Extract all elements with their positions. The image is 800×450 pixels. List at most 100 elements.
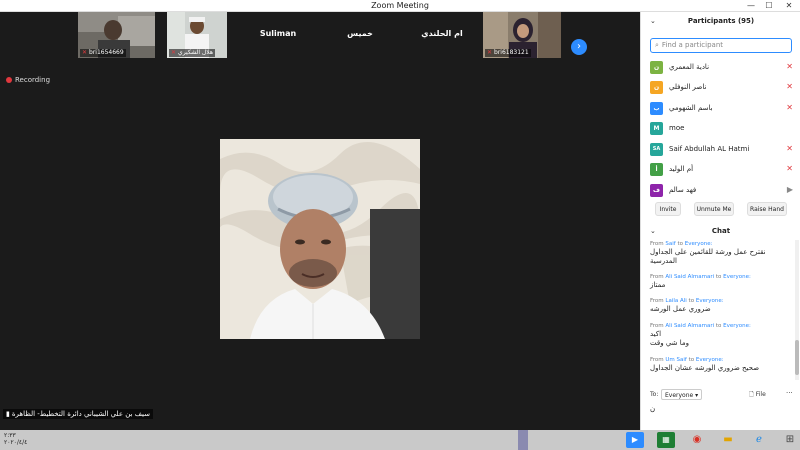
chat-message-header: From Ali Said Almamari to Everyone: bbox=[650, 323, 751, 329]
recording-dot-icon bbox=[6, 77, 12, 83]
chat-message-text: صحيح ضروري الورشه عشان الجداول bbox=[650, 364, 760, 372]
minimize-button[interactable]: — bbox=[744, 0, 758, 12]
scrollbar-thumb[interactable] bbox=[795, 340, 799, 375]
excel-app-icon[interactable]: ▦ bbox=[657, 432, 675, 448]
participants-title: Participants (95) bbox=[687, 17, 755, 25]
avatar: ن bbox=[650, 81, 663, 94]
thumbnail-name: خميس bbox=[347, 29, 373, 38]
thumbnail-name: ✕ هلال الشكيري bbox=[169, 49, 216, 57]
chat-message-header: From Um Saif to Everyone: bbox=[650, 357, 724, 363]
video-camera-icon: ▶ bbox=[786, 185, 793, 194]
avatar: أ bbox=[650, 163, 663, 176]
mic-muted-icon: ✕ bbox=[171, 49, 177, 56]
thumbnail-name: ✕ bri6183121 bbox=[485, 49, 531, 57]
windows-start-icon[interactable]: ⊞ bbox=[781, 432, 799, 448]
chat-recipient-row: To: Everyone ▾ 🗋 File ··· bbox=[641, 388, 800, 402]
avatar: ب bbox=[650, 102, 663, 115]
speaker-video-frame bbox=[220, 139, 420, 339]
participant-row[interactable]: SA Saif Abdullah AL Hatmi ✕ bbox=[641, 141, 800, 161]
chat-scrollbar[interactable] bbox=[795, 240, 799, 380]
file-button[interactable]: 🗋 File bbox=[749, 390, 766, 400]
participant-row[interactable]: أ أم الوليد ✕ bbox=[641, 161, 800, 181]
chat-message-text: اكيد وما شي وقت bbox=[650, 330, 690, 347]
to-label: To: bbox=[650, 391, 659, 398]
chrome-app-icon[interactable]: ◉ bbox=[688, 432, 706, 448]
recording-indicator: Recording bbox=[6, 76, 50, 84]
participant-row[interactable]: ب باسم الشهومي ✕ bbox=[641, 100, 800, 120]
video-thumbnail-strip: ✕ bri1654669 ✕ هلال الشكيري Suliman خميس ا… bbox=[78, 12, 600, 58]
participant-row[interactable]: ن نادية المعمري ✕ bbox=[641, 59, 800, 79]
show-desktop-divider bbox=[518, 430, 528, 450]
meeting-area: ✕ bri1654669 ✕ هلال الشكيري Suliman خميس ا… bbox=[0, 12, 640, 430]
thumbnail-name: Suliman bbox=[259, 29, 297, 38]
video-thumbnail[interactable]: ✕ bri6183121 bbox=[483, 12, 561, 58]
participant-name: أم الوليد bbox=[669, 165, 694, 173]
avatar: ف bbox=[650, 184, 663, 197]
video-thumbnail[interactable]: ✕ bri1654669 bbox=[78, 12, 155, 58]
close-button[interactable]: ✕ bbox=[782, 0, 796, 12]
participant-name: Saif Abdullah AL Hatmi bbox=[669, 145, 750, 153]
chevron-down-icon: ▾ bbox=[695, 392, 699, 399]
thumbnail-name: ✕ bri1654669 bbox=[80, 49, 126, 57]
mic-muted-icon: ✕ bbox=[487, 49, 493, 56]
participant-row[interactable]: ن ناصر النوفلي ✕ bbox=[641, 79, 800, 99]
participant-row[interactable]: ف فهد سالم ▶ bbox=[641, 182, 800, 202]
chat-message-text: نقترح عمل ورشة للقائمين على الجداول المد… bbox=[650, 248, 766, 265]
avatar: M bbox=[650, 122, 663, 135]
avatar: ن bbox=[650, 61, 663, 74]
avatar: SA bbox=[650, 143, 663, 156]
window-title: Zoom Meeting bbox=[371, 1, 429, 10]
participant-name: ناصر النوفلي bbox=[669, 83, 707, 91]
participant-name: فهد سالم bbox=[669, 186, 697, 194]
mic-muted-icon: ✕ bbox=[786, 62, 793, 71]
clock-time: ٢:٣٣ bbox=[4, 432, 16, 439]
chat-message-input[interactable]: ن bbox=[650, 405, 790, 417]
side-panel: ⌄ Participants (95) ⌕ Find a participant … bbox=[640, 12, 800, 430]
taskbar: ٢:٣٣ ٢٠٢٠/٤/٤ ▶ ▦ ◉ ▬ ℯ ⊞ bbox=[0, 430, 800, 450]
internet-explorer-icon[interactable]: ℯ bbox=[750, 432, 768, 448]
participant-name: نادية المعمري bbox=[669, 63, 710, 71]
video-thumbnail[interactable]: خميس bbox=[320, 12, 400, 58]
raise-hand-button[interactable]: Raise Hand bbox=[747, 202, 787, 216]
chat-message: From Ali Said Almamari to Everyone: اكيد… bbox=[650, 322, 790, 348]
invite-button[interactable]: Invite bbox=[655, 202, 681, 216]
participant-name: باسم الشهومي bbox=[669, 104, 713, 112]
chat-title: Chat bbox=[711, 227, 731, 235]
participant-row[interactable]: M moe bbox=[641, 120, 800, 140]
chat-message-text: ممتاز bbox=[650, 281, 666, 289]
unmute-me-button[interactable]: Unmute Me bbox=[694, 202, 734, 216]
zoom-app-icon[interactable]: ▶ bbox=[626, 432, 644, 448]
recipient-select[interactable]: Everyone ▾ bbox=[661, 389, 703, 400]
file-explorer-icon[interactable]: ▬ bbox=[719, 432, 737, 448]
active-speaker-name: ▮ سيف بن علي الشيباني دائرة التخطيط- الظا… bbox=[3, 409, 153, 419]
more-options-button[interactable]: ··· bbox=[786, 389, 793, 397]
participant-name: moe bbox=[669, 124, 685, 132]
participants-header: ⌄ Participants (95) bbox=[641, 12, 800, 32]
chat-message: From Saif to Everyone: نقترح عمل ورشة لل… bbox=[650, 240, 790, 266]
video-thumbnail[interactable]: ✕ هلال الشكيري bbox=[167, 12, 227, 58]
video-thumbnail[interactable]: ام الحلندي bbox=[402, 12, 482, 58]
thumbnail-name: ام الحلندي bbox=[421, 29, 463, 38]
title-bar: Zoom Meeting — ☐ ✕ bbox=[0, 0, 800, 12]
mic-muted-icon: ✕ bbox=[82, 49, 88, 56]
mic-muted-icon: ✕ bbox=[786, 103, 793, 112]
chat-message-text: ضروري عمل الورشه bbox=[650, 305, 711, 313]
participant-search-input[interactable]: ⌕ Find a participant bbox=[650, 38, 792, 53]
next-page-button[interactable]: › bbox=[571, 39, 587, 55]
mic-muted-icon: ✕ bbox=[786, 144, 793, 153]
chat-log: From Saif to Everyone: نقترح عمل ورشة لل… bbox=[641, 240, 793, 380]
video-thumbnail[interactable]: Suliman bbox=[238, 12, 318, 58]
chat-message: From Laila Ali to Everyone: ضروري عمل ال… bbox=[650, 297, 790, 314]
search-icon: ⌕ bbox=[655, 41, 659, 49]
maximize-button[interactable]: ☐ bbox=[762, 0, 776, 12]
file-icon: 🗋 bbox=[749, 391, 754, 398]
chat-message-header: From Laila Ali to Everyone: bbox=[650, 298, 724, 304]
clock-date: ٢٠٢٠/٤/٤ bbox=[4, 439, 28, 446]
chat-message-header: From Ali Said Almamari to Everyone: bbox=[650, 274, 751, 280]
mic-muted-icon: ✕ bbox=[786, 82, 793, 91]
taskbar-clock[interactable]: ٢:٣٣ ٢٠٢٠/٤/٤ bbox=[4, 432, 27, 446]
chat-message-header: From Saif to Everyone: bbox=[650, 241, 713, 247]
active-speaker-video bbox=[220, 139, 420, 339]
chevron-right-icon: › bbox=[577, 41, 581, 52]
chat-header: ⌄ Chat bbox=[641, 226, 800, 238]
